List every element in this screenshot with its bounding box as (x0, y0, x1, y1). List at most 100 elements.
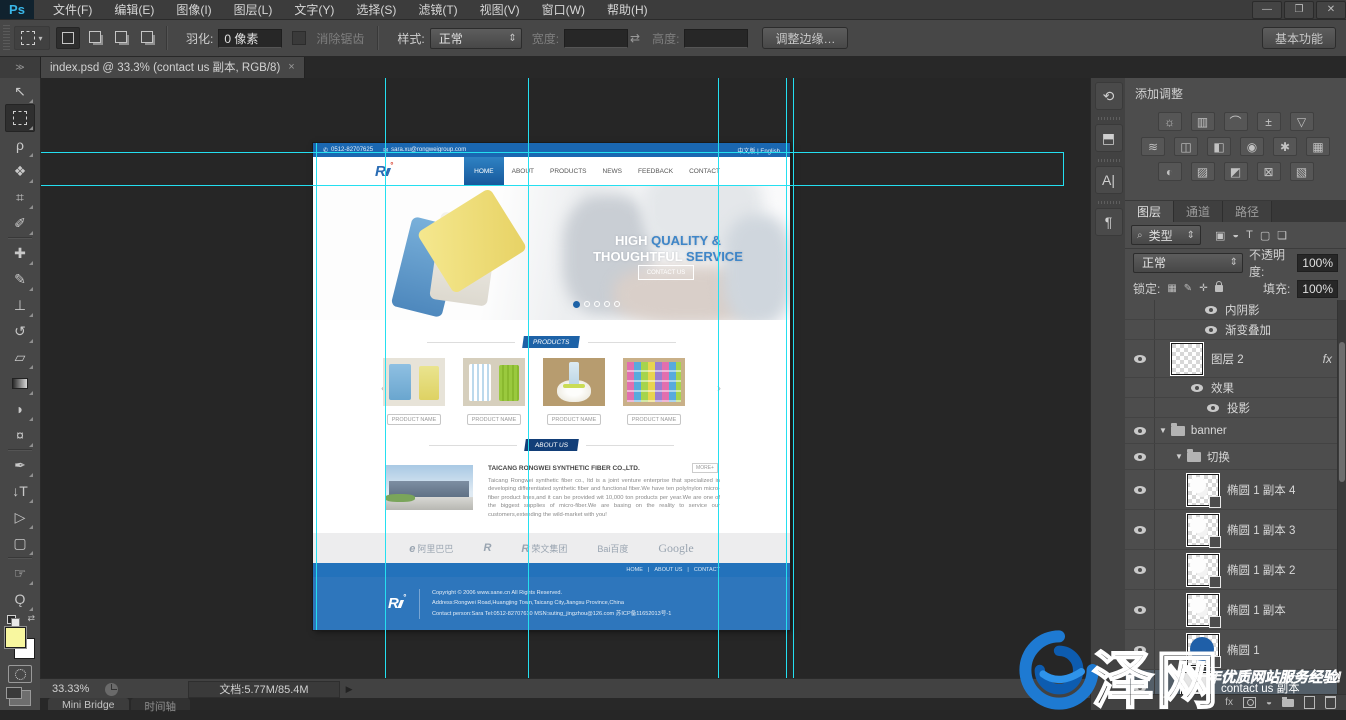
delete-layer-icon[interactable] (1325, 696, 1336, 709)
quick-selection-tool[interactable]: ❖ (6, 158, 34, 184)
visibility-column[interactable] (1125, 418, 1155, 443)
visibility-column[interactable] (1125, 320, 1155, 339)
partner-logo-baidu[interactable]: Bai百度 (597, 542, 628, 555)
guide-vertical[interactable] (793, 78, 794, 678)
layer-thumbnail[interactable] (1171, 343, 1203, 375)
filter-shape-layers-icon[interactable]: ▢ (1260, 229, 1270, 242)
filter-pixel-layers-icon[interactable]: ▣ (1215, 229, 1225, 242)
layer-thumbnail[interactable]: T⚠ (1181, 672, 1213, 694)
lock-position-icon[interactable]: ✛ (1199, 283, 1207, 294)
site-nav-contact[interactable]: CONTACT (681, 157, 728, 185)
hue-saturation-icon[interactable]: ≋ (1141, 137, 1165, 156)
eye-icon[interactable] (1134, 453, 1146, 461)
lock-image-pixels-icon[interactable]: ✎ (1184, 283, 1192, 294)
product-name-button[interactable]: PRODUCT NAME (387, 414, 441, 425)
site-nav-about[interactable]: ABOUT (504, 157, 542, 185)
partner-logo-rongwei-r[interactable]: R (483, 542, 491, 554)
eye-icon[interactable] (1134, 486, 1146, 494)
site-nav-home[interactable]: HOME (464, 157, 504, 185)
restore-button[interactable]: ❐ (1284, 1, 1314, 19)
document-size-info[interactable]: 文档:5.77M/85.4M (188, 681, 339, 698)
swap-width-height-icon[interactable]: ⇄ (630, 31, 640, 45)
screen-mode-button[interactable] (9, 690, 31, 706)
eyedropper-tool[interactable]: ✐ (6, 210, 34, 236)
visibility-column[interactable] (1125, 398, 1155, 417)
menu-help[interactable]: 帮助(H) (596, 0, 659, 19)
hand-tool[interactable]: ☞ (6, 560, 34, 586)
add-layer-mask-icon[interactable] (1243, 697, 1256, 708)
layer-style-icon[interactable]: fx (1225, 697, 1233, 708)
threshold-icon[interactable]: ◩ (1224, 162, 1248, 181)
site-nav-products[interactable]: PRODUCTS (542, 157, 594, 185)
carousel-dots[interactable] (358, 301, 790, 308)
guide-horizontal[interactable] (40, 185, 1063, 186)
layer-row[interactable]: 椭圆 1 副本 4 (1125, 470, 1346, 510)
levels-icon[interactable]: ▥ (1191, 112, 1215, 131)
lock-all-icon[interactable] (1215, 285, 1223, 292)
visibility-column[interactable] (1125, 470, 1155, 509)
character-panel-icon[interactable]: A| (1095, 166, 1123, 194)
product-card[interactable]: PRODUCT NAME (623, 358, 685, 425)
document-tab[interactable]: index.psd @ 33.3% (contact us 副本, RGB/8)… (41, 56, 305, 78)
visibility-column[interactable] (1125, 444, 1155, 469)
partner-logo-google[interactable]: Google (658, 541, 693, 556)
gradient-tool[interactable] (6, 370, 34, 396)
product-name-button[interactable]: PRODUCT NAME (627, 414, 681, 425)
layer-row[interactable]: 椭圆 1 副本 (1125, 590, 1346, 630)
layer-row[interactable]: 椭圆 1 副本 2 (1125, 550, 1346, 590)
guide-vertical[interactable] (385, 78, 386, 678)
zoom-level-field[interactable]: 33.33% (46, 682, 95, 696)
contact-us-button[interactable]: CONTACT US (638, 265, 694, 280)
blur-tool[interactable]: ◗ (6, 396, 34, 422)
antialias-checkbox[interactable] (292, 31, 306, 45)
paragraph-panel-icon[interactable]: ¶ (1095, 208, 1123, 236)
eye-icon[interactable] (1134, 606, 1146, 614)
vibrance-icon[interactable]: ▽ (1290, 112, 1314, 131)
layer-thumbnail[interactable] (1187, 594, 1219, 626)
width-input[interactable] (564, 29, 628, 48)
clone-stamp-tool[interactable]: ⊥ (6, 292, 34, 318)
layer-row[interactable]: 内阴影 (1125, 300, 1346, 320)
toolbar-dock-header[interactable]: ≫ (0, 56, 41, 78)
close-tab-icon[interactable]: × (288, 61, 294, 73)
new-group-icon[interactable] (1282, 699, 1294, 707)
spot-healing-brush-tool[interactable]: ✚ (6, 240, 34, 266)
document-viewport[interactable]: ✆ 0512-82707625 ✉ sara.xu@rongweigroup.c… (40, 78, 1090, 678)
refine-edge-button[interactable]: 调整边缘… (762, 27, 848, 49)
layer-row[interactable]: 投影 (1125, 398, 1346, 418)
tab-paths[interactable]: 路径 (1223, 201, 1272, 222)
move-tool[interactable]: ↖ (6, 78, 34, 104)
tab-channels[interactable]: 通道 (1174, 201, 1223, 222)
eye-icon[interactable] (1191, 384, 1203, 392)
quick-mask-button[interactable] (8, 665, 32, 683)
guide-vertical[interactable] (1063, 152, 1064, 186)
minimize-button[interactable]: — (1252, 1, 1282, 19)
site-nav-news[interactable]: NEWS (595, 157, 631, 185)
blend-mode-dropdown[interactable]: 正常 ⇕ (1133, 253, 1243, 273)
menu-view[interactable]: 视图(V) (469, 0, 531, 19)
layer-thumbnail[interactable] (1187, 514, 1219, 546)
brush-tool[interactable]: ✎ (6, 266, 34, 292)
photo-filter-icon[interactable]: ◉ (1240, 137, 1264, 156)
fx-badge[interactable]: fx (1323, 352, 1332, 366)
eye-icon[interactable] (1134, 566, 1146, 574)
link-layers-icon[interactable]: ∞ (1208, 697, 1215, 708)
visibility-column[interactable] (1125, 378, 1155, 397)
product-card[interactable]: PRODUCT NAME (463, 358, 525, 425)
path-selection-tool[interactable]: ▷ (6, 504, 34, 530)
layer-row[interactable]: ▼切换 (1125, 444, 1346, 470)
subtract-from-selection-icon[interactable] (110, 27, 132, 47)
layer-row[interactable]: 椭圆 1 副本 3 (1125, 510, 1346, 550)
history-panel-icon[interactable]: ⟲ (1095, 82, 1123, 110)
visibility-column[interactable] (1125, 550, 1155, 589)
layer-row[interactable]: ▼banner (1125, 418, 1346, 444)
layer-row[interactable]: T⚠contact us 副本 (1125, 670, 1346, 694)
eye-icon[interactable] (1205, 306, 1217, 314)
layer-thumbnail[interactable] (1187, 474, 1219, 506)
product-card[interactable]: PRODUCT NAME (543, 358, 605, 425)
invert-icon[interactable]: ◐ (1158, 162, 1182, 181)
footer-link-home[interactable]: HOME (626, 567, 643, 573)
carousel-dot[interactable] (584, 301, 590, 307)
crop-tool[interactable]: ⌗ (6, 184, 34, 210)
status-popup-arrow-icon[interactable]: ▶ (346, 684, 353, 695)
